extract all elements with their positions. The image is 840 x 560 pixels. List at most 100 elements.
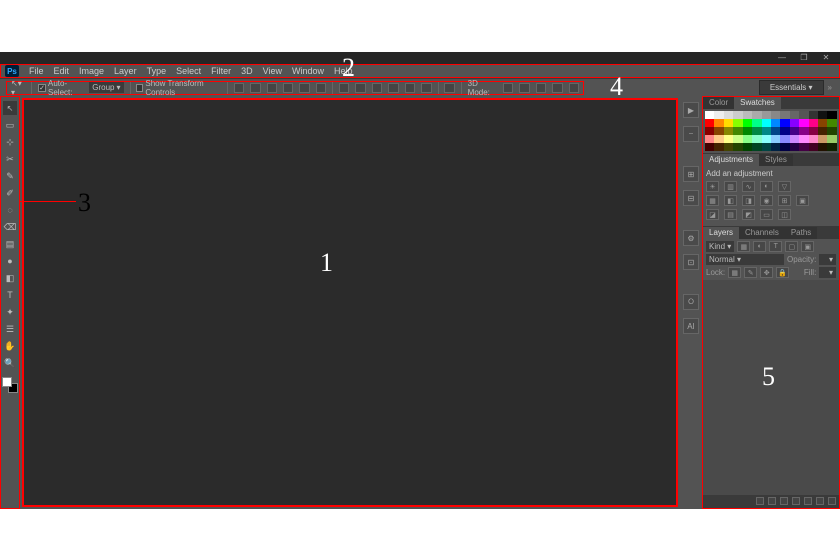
swatch[interactable] (705, 143, 714, 151)
mode-3d-icon[interactable] (552, 83, 562, 93)
swatch[interactable] (799, 127, 808, 135)
swatch[interactable] (714, 135, 723, 143)
swatch[interactable] (724, 119, 733, 127)
history-panel-icon[interactable]: ▶ (683, 102, 699, 118)
move-tool[interactable]: ↖ (3, 101, 17, 115)
menu-3d[interactable]: 3D (241, 66, 253, 76)
actions-panel-icon[interactable]: ⎯ (683, 126, 699, 142)
swatch[interactable] (809, 127, 818, 135)
swatch[interactable] (818, 127, 827, 135)
minimize-icon[interactable]: — (776, 54, 788, 62)
maximize-icon[interactable]: ❐ (798, 54, 810, 62)
swatch[interactable] (733, 111, 742, 119)
posterize-adjustment-icon[interactable]: ▤ (724, 209, 737, 220)
menu-select[interactable]: Select (176, 66, 201, 76)
swatch[interactable] (743, 111, 752, 119)
trash-icon[interactable] (828, 497, 836, 505)
collapse-panels-icon[interactable]: » (828, 83, 832, 92)
clone-tool[interactable]: ● (3, 254, 17, 268)
color-balance-adjustment-icon[interactable]: ◧ (724, 195, 737, 206)
swatch[interactable] (771, 143, 780, 151)
swatch[interactable] (799, 143, 808, 151)
swatch[interactable] (714, 127, 723, 135)
swatch[interactable] (780, 111, 789, 119)
distribute-icon[interactable] (372, 83, 382, 93)
channel-mixer-adjustment-icon[interactable]: ⊞ (778, 195, 791, 206)
swatch[interactable] (714, 119, 723, 127)
paragraph-panel-icon[interactable]: ⊡ (683, 254, 699, 270)
swatch[interactable] (809, 143, 818, 151)
crop-tool[interactable]: ✂ (3, 152, 17, 166)
color-lookup-adjustment-icon[interactable]: ▣ (796, 195, 809, 206)
tab-channels[interactable]: Channels (739, 227, 785, 239)
properties-panel-icon[interactable]: ⊞ (683, 166, 699, 182)
tab-swatches[interactable]: Swatches (734, 97, 781, 109)
invert-adjustment-icon[interactable]: ◪ (706, 209, 719, 220)
swatch[interactable] (714, 111, 723, 119)
swatch[interactable] (705, 119, 714, 127)
distribute-icon[interactable] (421, 83, 431, 93)
tab-color[interactable]: Color (703, 97, 734, 109)
menu-filter[interactable]: Filter (211, 66, 231, 76)
swatch[interactable] (790, 127, 799, 135)
info-panel-icon[interactable]: ⊟ (683, 190, 699, 206)
lock-transparency-icon[interactable]: ▦ (728, 267, 741, 278)
auto-select-checkbox[interactable]: Auto-Select: (38, 79, 83, 97)
swatch[interactable] (790, 143, 799, 151)
swatch[interactable] (762, 119, 771, 127)
mode-3d-icon[interactable] (569, 83, 579, 93)
swatch[interactable] (799, 111, 808, 119)
swatch[interactable] (705, 111, 714, 119)
brightness-adjustment-icon[interactable]: ☀ (706, 181, 719, 192)
menu-edit[interactable]: Edit (54, 66, 70, 76)
type-tool[interactable]: T (3, 288, 17, 302)
swatch[interactable] (752, 143, 761, 151)
swatch[interactable] (743, 127, 752, 135)
swatch[interactable] (743, 143, 752, 151)
foreground-color[interactable] (2, 377, 12, 387)
close-icon[interactable]: ✕ (820, 54, 832, 62)
swatch[interactable] (705, 135, 714, 143)
swatch[interactable] (752, 127, 761, 135)
swatch[interactable] (818, 143, 827, 151)
swatch[interactable] (762, 111, 771, 119)
swatch[interactable] (705, 127, 714, 135)
selective-color-adjustment-icon[interactable]: ◫ (778, 209, 791, 220)
filter-pixel-icon[interactable]: ▦ (737, 241, 750, 252)
align-icon[interactable] (234, 83, 244, 93)
hue-adjustment-icon[interactable]: ▦ (706, 195, 719, 206)
swatch[interactable] (771, 119, 780, 127)
swatch[interactable] (799, 135, 808, 143)
swatch[interactable] (827, 143, 836, 151)
lock-pixels-icon[interactable]: ✎ (744, 267, 757, 278)
distribute-icon[interactable] (388, 83, 398, 93)
swatch[interactable] (771, 127, 780, 135)
lock-position-icon[interactable]: ✥ (760, 267, 773, 278)
swatch[interactable] (799, 119, 808, 127)
align-icon[interactable] (299, 83, 309, 93)
gradient-map-adjustment-icon[interactable]: ▭ (760, 209, 773, 220)
brush-tool[interactable]: ✐ (3, 186, 17, 200)
swatch[interactable] (743, 119, 752, 127)
bw-adjustment-icon[interactable]: ◨ (742, 195, 755, 206)
swatch[interactable] (724, 143, 733, 151)
auto-select-target[interactable]: Group ▾ (89, 82, 123, 93)
pen-tool[interactable]: ✦ (3, 305, 17, 319)
tab-layers[interactable]: Layers (703, 227, 739, 239)
swatch[interactable] (790, 135, 799, 143)
swatch[interactable] (752, 111, 761, 119)
swatch[interactable] (733, 143, 742, 151)
swatch[interactable] (733, 127, 742, 135)
swatch[interactable] (780, 135, 789, 143)
new-layer-icon[interactable] (816, 497, 824, 505)
swatch[interactable] (827, 111, 836, 119)
swatch[interactable] (780, 127, 789, 135)
document-canvas[interactable] (22, 98, 678, 507)
menu-window[interactable]: Window (292, 66, 324, 76)
tab-paths[interactable]: Paths (785, 227, 817, 239)
filter-shape-icon[interactable]: ▢ (785, 241, 798, 252)
dodge-tool[interactable]: ◧ (3, 271, 17, 285)
swatch[interactable] (771, 111, 780, 119)
opacity-input[interactable]: ▾ (819, 254, 836, 265)
workspace-selector[interactable]: Essentials ▾ (759, 80, 824, 95)
